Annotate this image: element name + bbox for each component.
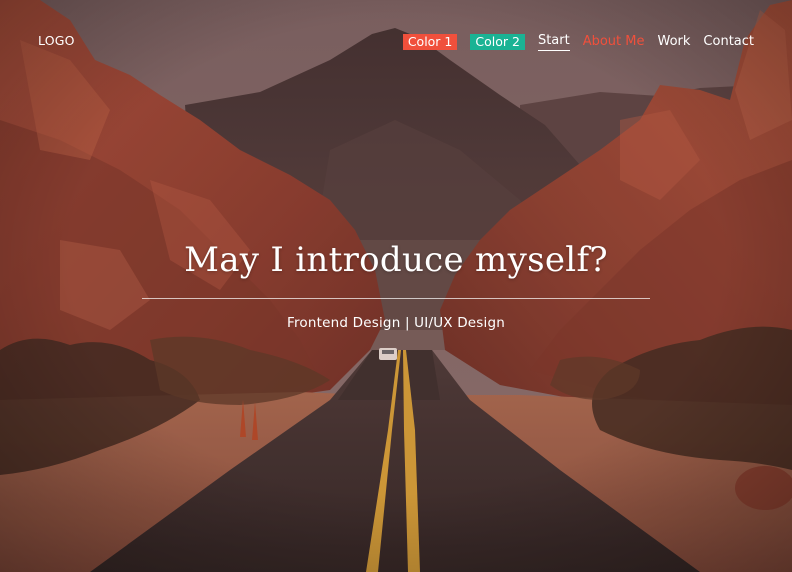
color-1-swatch-button[interactable]: Color 1 (402, 33, 458, 50)
page: LOGO Color 1 Color 2 Start About Me Work… (0, 0, 792, 572)
nav-link-about-me[interactable]: About Me (583, 33, 645, 50)
hero-subtitle: Frontend Design | UI/UX Design (286, 315, 506, 331)
color-2-swatch-button[interactable]: Color 2 (470, 33, 525, 50)
hero-background-image (0, 0, 792, 572)
nav-link-work[interactable]: Work (658, 33, 691, 50)
hero-divider (142, 298, 650, 299)
logo[interactable]: LOGO (38, 33, 75, 48)
nav-link-start[interactable]: Start (537, 32, 570, 51)
nav-link-contact[interactable]: Contact (703, 33, 754, 50)
hero-title: May I introduce myself? (184, 240, 608, 280)
main-nav: Color 1 Color 2 Start About Me Work Cont… (402, 32, 754, 51)
